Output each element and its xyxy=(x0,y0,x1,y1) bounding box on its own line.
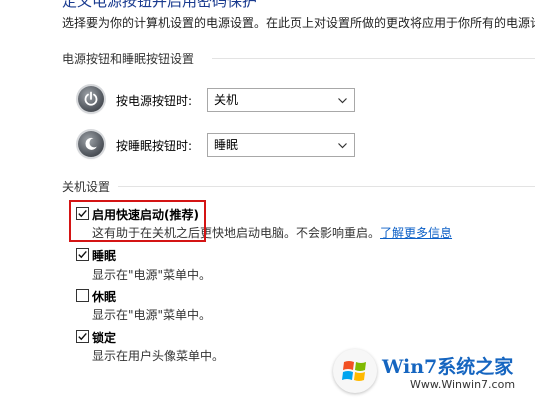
hibernate-checkbox[interactable] xyxy=(76,289,89,302)
lock-label: 锁定 xyxy=(92,331,117,345)
checkmark-icon xyxy=(78,250,87,259)
watermark-url: Www.Winwin7.com xyxy=(410,378,516,391)
power-buttons-section-title: 电源按钮和睡眠按钮设置 xyxy=(62,52,195,66)
sleep-button-action-select[interactable]: 睡眠 xyxy=(207,133,355,157)
windows-logo-icon xyxy=(333,349,377,393)
checkmark-icon xyxy=(78,332,87,341)
page-title: 定义电源按钮并启用密码保护 xyxy=(62,0,258,10)
page-intro: 选择要为你的计算机设置的电源设置。在此页上对设置所做的更改将应用于你所有的电源计 xyxy=(62,16,535,30)
section-divider xyxy=(118,186,535,187)
learn-more-link[interactable]: 了解更多信息 xyxy=(380,226,452,240)
power-button-action-select[interactable]: 关机 xyxy=(207,88,355,112)
section-divider xyxy=(212,58,535,59)
shutdown-section-title: 关机设置 xyxy=(62,180,111,194)
highlight-box xyxy=(69,200,206,242)
sleep-button-label: 按睡眠按钮时: xyxy=(116,139,193,153)
moon-icon xyxy=(78,131,104,157)
sleep-desc: 显示在"电源"菜单中。 xyxy=(92,268,212,282)
sleep-button-action-value: 睡眠 xyxy=(214,138,239,152)
lock-checkbox[interactable] xyxy=(76,330,89,343)
sleep-checkbox[interactable] xyxy=(76,248,89,261)
power-button-action-value: 关机 xyxy=(214,93,239,107)
power-button-label: 按电源按钮时: xyxy=(116,94,193,108)
chevron-down-icon xyxy=(338,143,347,149)
sleep-label: 睡眠 xyxy=(92,249,117,263)
watermark-title: Win7系统之家 xyxy=(382,356,514,378)
hibernate-label: 休眠 xyxy=(92,290,117,304)
hibernate-desc: 显示在"电源"菜单中。 xyxy=(92,308,212,322)
power-icon xyxy=(78,86,104,112)
chevron-down-icon xyxy=(338,98,347,104)
lock-desc: 显示在用户头像菜单中。 xyxy=(92,349,225,363)
